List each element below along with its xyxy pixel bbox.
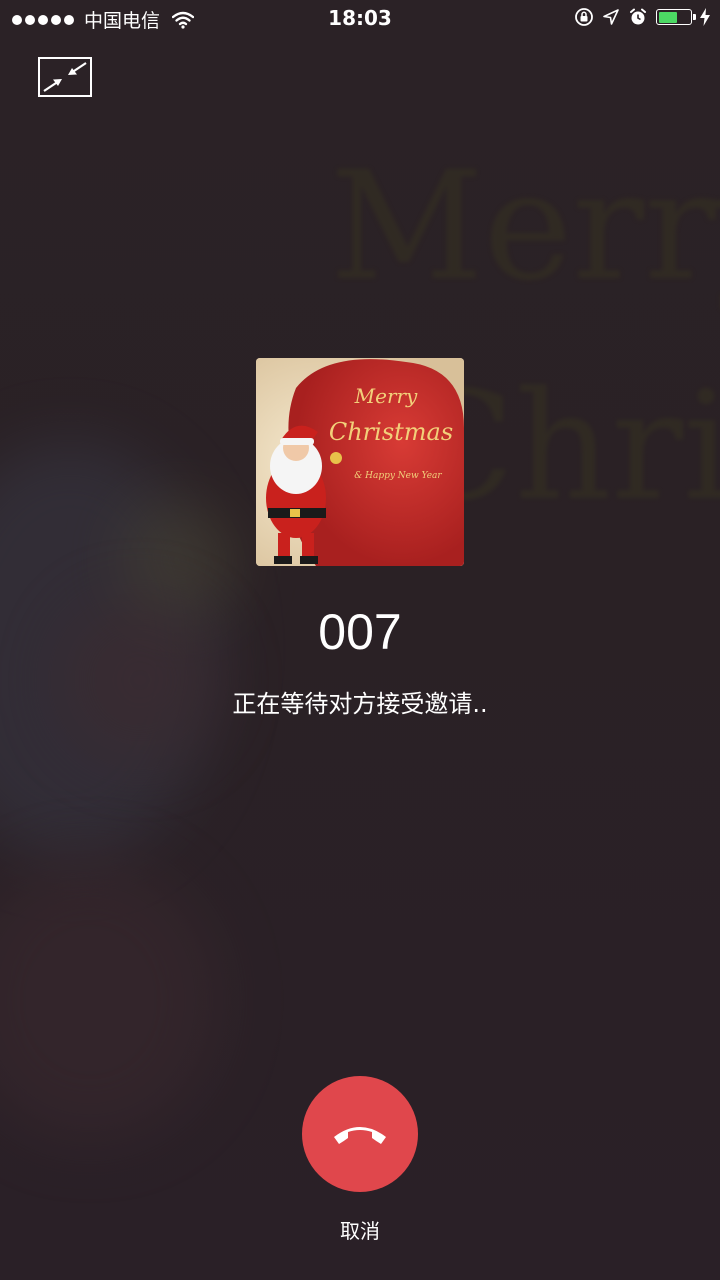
cancel-label: 取消: [340, 1219, 380, 1243]
location-icon: [603, 9, 619, 25]
avatar-title-line2: Christmas: [329, 418, 453, 446]
call-status-text: 正在等待对方接受邀请..: [232, 690, 488, 718]
status-bar-right: [574, 7, 710, 27]
avatar-image: Merry Christmas & Happy New Year: [256, 358, 464, 566]
avatar-title-line1: Merry: [354, 384, 418, 408]
battery-level: [658, 11, 677, 23]
background-blur-shape: [0, 860, 220, 1140]
alarm-icon: [630, 8, 646, 25]
background-blurred-text: Merry: [330, 140, 720, 314]
video-call-screen: Merry Christmas 中国电信 18:03: [0, 0, 720, 1280]
charging-bolt-icon: [700, 8, 710, 26]
caller-avatar: Merry Christmas & Happy New Year: [256, 358, 464, 566]
avatar-subtitle: & Happy New Year: [354, 471, 442, 481]
rotation-lock-icon: [575, 8, 593, 26]
hangup-button[interactable]: [302, 1076, 418, 1192]
caller-name: 007: [318, 604, 402, 660]
status-bar: 中国电信 18:03: [0, 0, 720, 36]
minimize-arrows-icon: [43, 62, 87, 92]
battery-icon: [656, 9, 696, 25]
minimize-button[interactable]: [38, 57, 92, 97]
phone-hangup-icon: [334, 1127, 386, 1144]
